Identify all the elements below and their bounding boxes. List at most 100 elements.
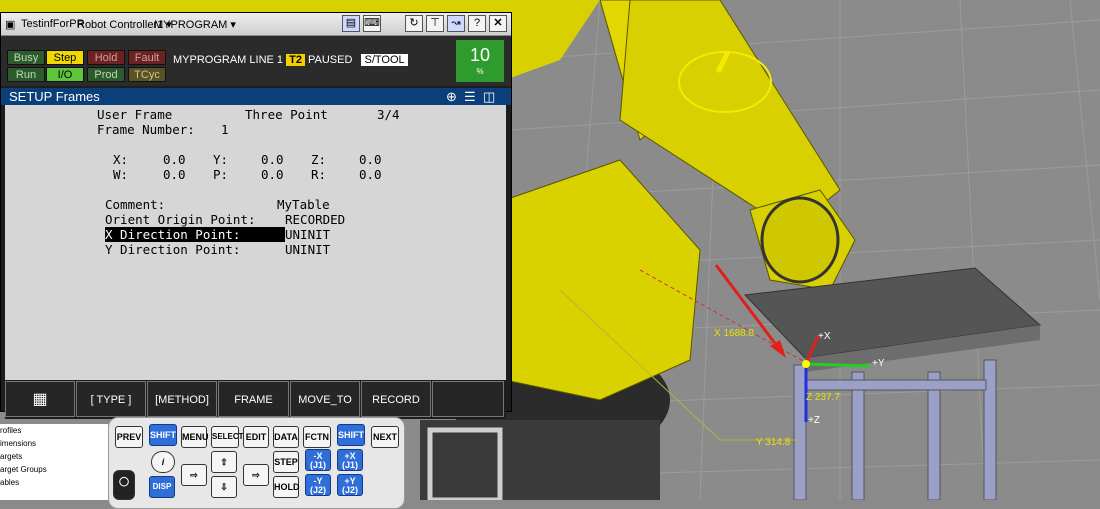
y-distance-label: Y 314.8 [756,437,791,448]
plus-x-jog-key[interactable]: +X (J1) [337,449,363,471]
robot-arm-icon[interactable]: ↝ [447,15,465,32]
y-direction-label: Y Direction Point: [105,242,241,257]
frame-badge: S/TOOL [361,54,408,66]
down-arrow-key[interactable]: ⇩ [211,476,237,498]
axis-x-label: +X [818,331,831,342]
frame-number-label: Frame Number: [97,122,195,137]
app-icon: ▣ [5,19,16,31]
fctn-key[interactable]: FCTN [303,426,331,448]
program-menu[interactable]: MYPROGRAM ▾ [154,18,236,31]
comment-value[interactable]: MyTable [277,197,330,212]
f1-type-key[interactable]: [ TYPE ] [76,381,146,417]
z-label: Z: [311,152,327,167]
prev-key[interactable]: PREV [115,426,143,448]
step-indicator: Step [46,50,84,65]
next-key[interactable]: NEXT [371,426,399,448]
w-value: 0.0 [163,167,186,182]
axis-z-label: +Z [808,415,820,426]
plus-y-joint: (J2) [341,485,358,495]
override-unit: % [476,67,484,76]
tree-item[interactable]: ables [0,476,108,489]
tcyc-indicator: TCyc [128,67,166,82]
grid-menu-icon[interactable]: ▦ [5,381,75,417]
f2-method-key[interactable]: [METHOD] [147,381,217,417]
controller-menu-label: Robot Controller1 [77,19,164,31]
run-state: PAUSED [308,54,353,66]
minus-x-joint: (J1) [309,460,326,470]
tree-item[interactable]: arget Groups [0,463,108,476]
help-icon[interactable]: ? [468,15,486,32]
mode-badge: T2 [286,54,305,66]
chevron-down-icon: ▾ [230,19,236,31]
y-direction-value[interactable]: UNINIT [285,242,330,257]
tree-item[interactable]: argets [0,450,108,463]
plus-x-joint: (J1) [341,460,358,470]
y-value: 0.0 [261,152,284,167]
fault-indicator: Fault [128,50,166,65]
teach-pendant-window: ▣ TestinfForPR Robot Controller1 ▾ MYPRO… [0,12,512,419]
z-distance-label: Z 237.7 [806,392,840,403]
close-icon[interactable]: ✕ [489,15,507,32]
y-label: Y: [213,152,229,167]
p-label: P: [213,167,229,182]
x-value: 0.0 [163,152,186,167]
screen-icon[interactable]: ▤ [342,15,360,32]
disp-key[interactable]: DISP [149,476,175,498]
setup-frames-screen: User Frame Three Point 3/4 Frame Number:… [5,105,506,380]
pendant-keypad: PREV SHIFT MENU SELECT EDIT DATA FCTN SH… [108,417,405,509]
x-direction-value[interactable]: UNINIT [285,227,330,242]
minus-y-jog-key[interactable]: -Y (J2) [305,474,331,496]
zoom-icon[interactable]: ⊕ [446,88,457,105]
override-value: 10 [469,45,491,65]
pin-icon[interactable]: ⊤ [426,15,444,32]
shift-right-key[interactable]: SHIFT [337,424,365,446]
io-indicator: I/O [46,67,84,82]
enable-switch-icon[interactable]: ◯ [113,470,135,500]
f3-frame-key[interactable]: FRAME [218,381,289,417]
f4-move-to-key[interactable]: MOVE_TO [290,381,360,417]
select-key[interactable]: SELECT [211,426,244,448]
axis-y-line [805,362,871,368]
window-title: TestinfForPR [21,18,85,30]
minus-x-jog-key[interactable]: -X (J1) [305,449,331,471]
split-view-icon[interactable]: ◫ [483,88,495,105]
menu-key[interactable]: MENU [181,426,209,448]
prod-indicator: Prod [87,67,125,82]
x-direction-label[interactable]: X Direction Point: [105,227,285,242]
minus-y-joint: (J2) [309,485,326,495]
info-icon[interactable]: i [151,451,175,473]
left-arrow-key[interactable]: ⇨ [181,464,207,486]
w-label: W: [113,167,129,182]
data-key[interactable]: DATA [273,426,299,448]
program-line: MYPROGRAM LINE 1 [173,54,284,66]
f5-record-key[interactable]: RECORD [361,381,431,417]
next-page-key[interactable] [432,381,504,417]
menu-icon[interactable]: ☰ [464,88,476,105]
r-value: 0.0 [359,167,382,182]
orient-origin-label: Orient Origin Point: [105,212,256,227]
page-indicator: 3/4 [377,107,400,122]
tree-item[interactable]: imensions [0,437,108,450]
r-label: R: [311,167,327,182]
keyboard-icon[interactable]: ⌨ [363,15,381,32]
orient-origin-value[interactable]: RECORDED [285,212,345,227]
hold-indicator: Hold [87,50,125,65]
up-arrow-key[interactable]: ⇧ [211,451,237,473]
busy-indicator: Busy [7,50,45,65]
frame-method: Three Point [245,107,328,122]
frame-origin [802,360,810,368]
p-value: 0.0 [261,167,284,182]
edit-key[interactable]: EDIT [243,426,269,448]
axis-y-label: +Y [872,358,885,369]
step-key[interactable]: STEP [273,451,299,473]
run-indicator: Run [7,67,45,82]
function-key-bar: ▦ [ TYPE ] [METHOD] FRAME MOVE_TO RECORD [5,381,506,419]
shift-left-key[interactable]: SHIFT [149,424,177,446]
right-arrow-key[interactable]: ⇨ [243,464,269,486]
refresh-icon[interactable]: ↻ [405,15,423,32]
plus-y-jog-key[interactable]: +Y (J2) [337,474,363,496]
tree-item[interactable]: rofiles [0,424,108,437]
hold-key[interactable]: HOLD [273,476,300,498]
program-menu-label: MYPROGRAM [154,19,228,31]
project-tree: rofiles imensions argets arget Groups ab… [0,424,108,500]
